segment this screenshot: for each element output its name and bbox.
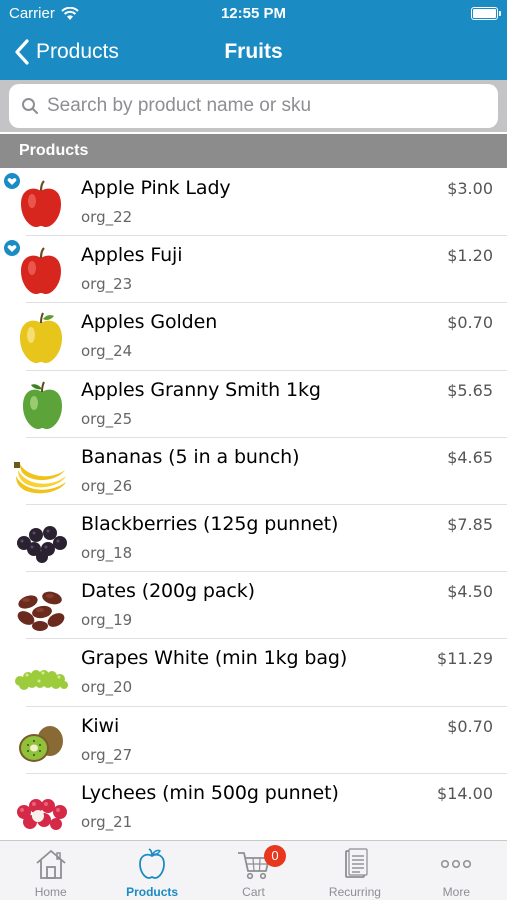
search-icon [22,98,38,114]
banana-icon [12,446,70,500]
product-row[interactable]: Kiwi org_27 $0.70 [0,707,507,774]
product-name: Dates (200g pack) [81,580,255,603]
battery-icon [471,7,501,20]
kiwi-icon [12,715,70,769]
product-list: Apple Pink Lady org_22 $3.00 Apples Fuji org… [0,169,507,840]
more-icon [441,859,472,869]
product-row[interactable]: Apples Fuji org_23 $1.20 [0,236,507,304]
green-apple-icon [12,379,70,433]
product-name: Lychees (min 500g punnet) [81,781,339,804]
blackberries-icon [12,513,70,567]
lychees-icon [12,782,70,836]
product-row[interactable]: Grapes White (min 1kg bag) org_20 $11.29 [0,639,507,707]
cart-badge: 0 [264,845,286,867]
product-name: Grapes White (min 1kg bag) [81,647,348,670]
recurring-icon [345,848,368,878]
dates-icon [12,580,70,634]
product-price: $0.70 [447,313,493,333]
status-bar: Carrier 12:55 PM [0,0,507,28]
tab-recurring-label: Recurring [328,885,381,899]
yellow-apple-icon [12,311,70,365]
product-price: $1.20 [447,246,493,266]
product-row[interactable]: Lychees (min 500g punnet) org_21 $14.00 [0,774,507,840]
product-sku: org_23 [81,275,133,294]
product-price: $0.70 [447,716,493,736]
product-price: $3.00 [447,179,493,198]
product-sku: org_19 [81,611,133,630]
product-name: Apples Golden [81,311,218,334]
home-icon [36,849,66,879]
navigation-bar: Products Fruits [0,28,507,80]
tab-cart[interactable]: Cart [203,841,304,900]
product-name: Blackberries (125g punnet) [81,512,339,535]
product-price: $4.50 [447,582,493,602]
product-price: $7.85 [447,514,493,534]
product-sku: org_27 [81,745,133,764]
product-name: Kiwi [81,714,120,737]
product-name: Apple Pink Lady [81,177,231,199]
product-row[interactable]: Dates (200g pack) org_19 $4.50 [0,572,507,640]
product-row[interactable]: Apples Golden org_24 $0.70 [0,303,507,371]
search-box[interactable] [9,84,498,128]
tab-more[interactable]: More [406,841,507,900]
grapes-icon [12,647,70,701]
section-header: Products [0,134,507,168]
tab-home-label: Home [34,885,67,899]
product-price: $11.29 [437,649,493,669]
product-row[interactable]: Apples Granny Smith 1kg org_25 $5.65 [0,371,507,438]
tab-products-label: Products [126,885,179,899]
favorite-icon [4,240,20,257]
red-apple-icon [12,244,70,298]
product-price: $4.65 [447,447,493,467]
tab-products[interactable]: Products [101,841,202,900]
tab-bar: Home Products Cart Recurring More 0 [0,840,507,900]
product-name: Apples Fuji [81,244,183,267]
tab-home[interactable]: Home [0,841,101,900]
product-sku: org_25 [81,409,133,428]
favorite-icon [4,173,20,189]
product-name: Apples Granny Smith 1kg [81,378,321,401]
product-price: $14.00 [437,783,493,803]
apple-icon [139,848,166,879]
product-sku: org_22 [81,208,133,226]
product-price: $5.65 [447,380,493,400]
red-apple-icon [12,177,70,231]
product-row[interactable]: Bananas (5 in a bunch) org_26 $4.65 [0,438,507,506]
product-row[interactable]: Blackberries (125g punnet) org_18 $7.85 [0,505,507,573]
product-sku: org_20 [81,678,133,697]
search-input[interactable] [47,95,467,117]
tab-recurring[interactable]: Recurring [304,841,405,900]
tab-cart-label: Cart [242,885,265,899]
product-name: Bananas (5 in a bunch) [81,445,300,468]
product-sku: org_24 [81,342,133,361]
product-sku: org_26 [81,476,133,495]
status-time: 12:55 PM [220,5,287,22]
product-row[interactable]: Apple Pink Lady org_22 $3.00 [0,169,507,237]
product-sku: org_18 [81,543,133,562]
search-bar [0,80,507,132]
page-title: Fruits [224,40,283,63]
product-sku: org_21 [81,812,133,831]
tab-more-label: More [442,885,470,899]
